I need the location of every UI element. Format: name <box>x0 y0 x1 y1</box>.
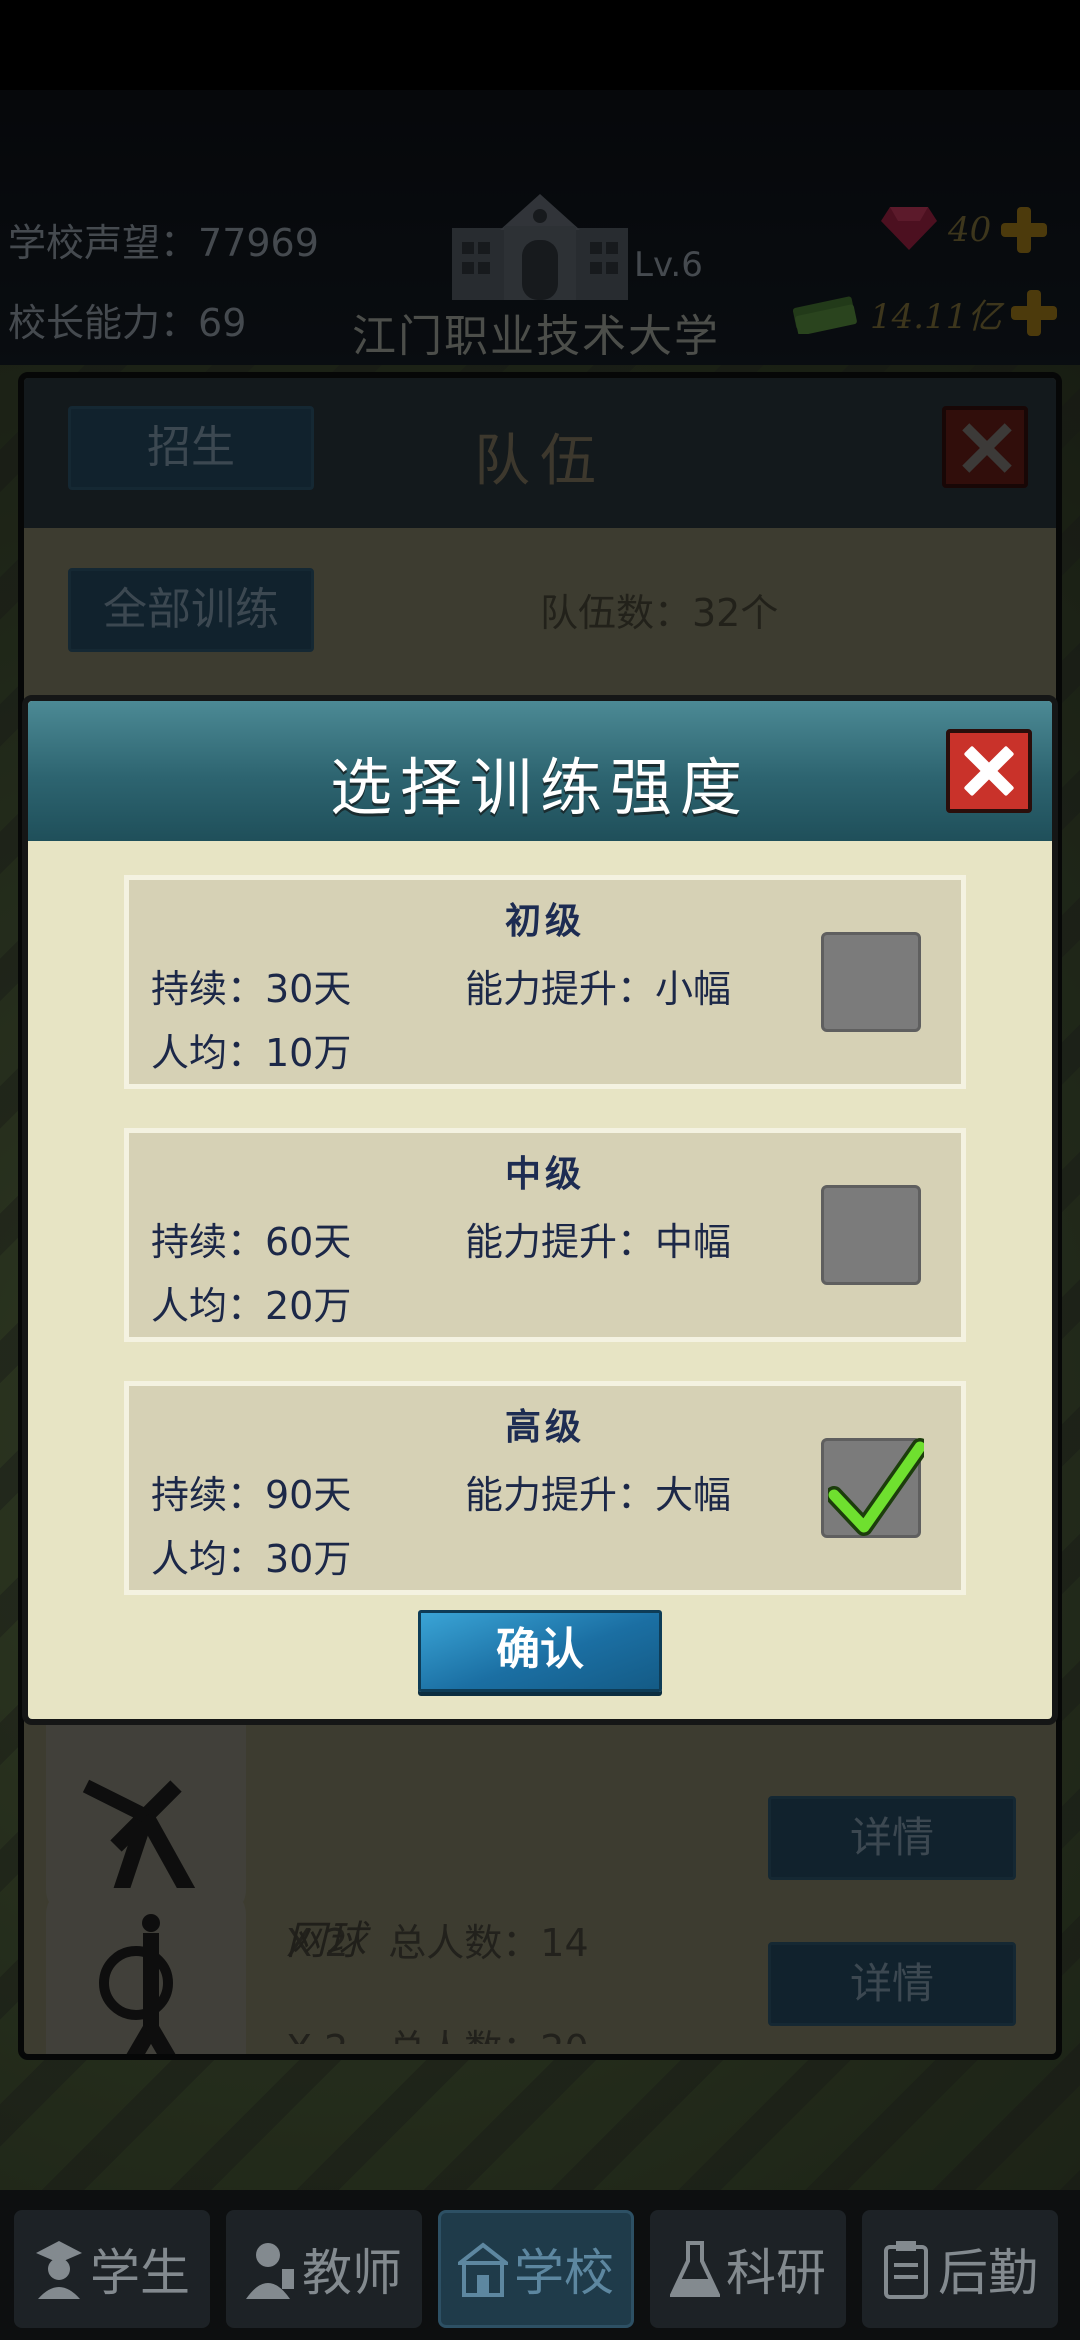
bottom-navigation: 学生 教师 学校 科研 后勤 <box>0 2190 1080 2340</box>
tab-student[interactable]: 学生 <box>14 2210 210 2328</box>
level-duration: 持续：60天 <box>151 1220 352 1264</box>
flask-icon <box>670 2241 720 2297</box>
tab-label: 教师 <box>302 2244 402 2302</box>
level-duration: 持续：30天 <box>151 967 352 1011</box>
level-cost: 人均：30万 <box>151 1537 352 1581</box>
tab-label: 学校 <box>514 2244 614 2302</box>
confirm-button[interactable]: 确认 <box>418 1610 662 1692</box>
dialog-title: 选择训练强度 <box>329 751 750 824</box>
intensity-option-intermediate[interactable]: 中级 持续：60天 能力提升：中幅 人均：20万 <box>124 1128 966 1342</box>
status-bar <box>0 0 1080 90</box>
level-checkbox[interactable] <box>821 932 921 1032</box>
school-icon <box>458 2242 508 2297</box>
dialog-close-button[interactable] <box>946 729 1032 813</box>
intensity-option-advanced[interactable]: 高级 持续：90天 能力提升：大幅 人均：30万 <box>124 1381 966 1595</box>
intensity-option-basic[interactable]: 初级 持续：30天 能力提升：小幅 人均：10万 <box>124 875 966 1089</box>
tab-school[interactable]: 学校 <box>438 2210 634 2328</box>
tab-logistics[interactable]: 后勤 <box>862 2210 1058 2328</box>
level-boost: 能力提升：大幅 <box>465 1473 732 1517</box>
teacher-icon <box>246 2243 294 2299</box>
level-cost: 人均：20万 <box>151 1284 352 1328</box>
tab-label: 学生 <box>90 2244 190 2302</box>
tab-research[interactable]: 科研 <box>650 2210 846 2328</box>
level-duration: 持续：90天 <box>151 1473 352 1517</box>
level-boost: 能力提升：小幅 <box>465 967 732 1011</box>
clipboard-icon <box>884 2241 928 2299</box>
training-intensity-dialog: 选择训练强度 初级 持续：30天 能力提升：小幅 人均：10万 中级 持续：60… <box>22 695 1058 1725</box>
tab-label: 后勤 <box>938 2244 1038 2302</box>
level-cost: 人均：10万 <box>151 1031 352 1075</box>
checkmark-icon <box>828 1438 924 1536</box>
level-checkbox-checked[interactable] <box>821 1438 924 1538</box>
tab-teacher[interactable]: 教师 <box>226 2210 422 2328</box>
student-icon <box>36 2241 82 2299</box>
level-checkbox[interactable] <box>821 1185 921 1285</box>
level-boost: 能力提升：中幅 <box>465 1220 732 1264</box>
tab-label: 科研 <box>726 2244 826 2302</box>
